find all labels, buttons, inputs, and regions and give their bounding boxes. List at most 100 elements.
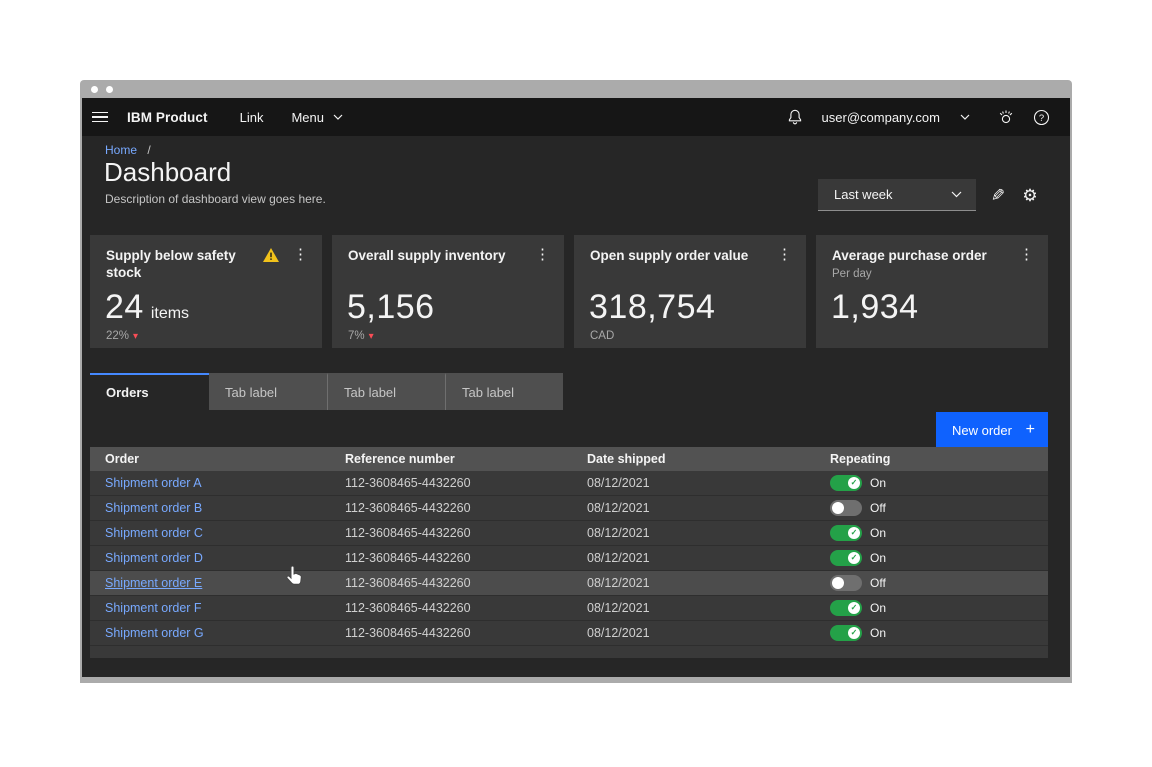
toggle-label: Off [870,501,886,515]
repeating-toggle[interactable] [830,625,862,641]
help-icon[interactable]: ? [1026,98,1056,136]
column-header-reference[interactable]: Reference number [330,447,572,471]
tab-label-3[interactable]: Tab label [327,373,445,410]
settings-gear-icon[interactable]: ⚙ [1017,183,1043,209]
page-content: Home / Dashboard Description of dashboar… [82,136,1070,677]
delta-down-icon: ▾ [133,331,138,342]
reference-cell: 112-3608465-4432260 [330,601,572,615]
date-cell: 08/12/2021 [572,576,815,590]
table-row[interactable]: Shipment order G 112-3608465-4432260 08/… [90,621,1048,646]
breadcrumb-home-link[interactable]: Home [105,143,137,157]
product-name: IBM Product [127,110,208,125]
overflow-menu-icon[interactable]: ⋮ [531,248,554,262]
page-description: Description of dashboard view goes here. [105,192,326,206]
table-row[interactable]: Shipment order F 112-3608465-4432260 08/… [90,596,1048,621]
table-empty-area [90,646,1048,658]
card-subtitle: Per day [832,268,1038,280]
overflow-menu-icon[interactable]: ⋮ [289,248,312,262]
overflow-menu-icon[interactable]: ⋮ [1015,248,1038,262]
overflow-menu-icon[interactable]: ⋮ [773,248,796,262]
window-control-dot[interactable] [91,86,98,93]
card-supply-below-safety-stock: Supply below safety stock ⋮ 24 it [90,235,322,348]
card-open-supply-order-value: Open supply order value ⋮ 318,754 CAD [574,235,806,348]
order-link[interactable]: Shipment order B [105,501,202,515]
toggle-label: On [870,526,886,540]
date-cell: 08/12/2021 [572,526,815,540]
repeating-toggle[interactable] [830,600,862,616]
card-metric-value: 1,934 [831,288,919,327]
chevron-down-icon [951,191,962,198]
time-filter-value: Last week [834,187,893,202]
date-cell: 08/12/2021 [572,551,815,565]
table-row[interactable]: Shipment order A 112-3608465-4432260 08/… [90,471,1048,496]
tab-label-4[interactable]: Tab label [445,373,563,410]
window-control-dot[interactable] [106,86,113,93]
date-cell: 08/12/2021 [572,501,815,515]
menu-hamburger-icon[interactable] [82,98,122,136]
toggle-label: On [870,551,886,565]
reference-cell: 112-3608465-4432260 [330,626,572,640]
repeating-toggle[interactable] [830,525,862,541]
table-row[interactable]: Shipment order C 112-3608465-4432260 08/… [90,521,1048,546]
svg-text:?: ? [1038,113,1043,124]
card-title: Supply below safety stock [106,248,257,282]
reference-cell: 112-3608465-4432260 [330,501,572,515]
nav-menu[interactable]: Menu [291,110,343,125]
toggle-label: Off [870,576,886,590]
toggle-knob [832,502,844,514]
order-link[interactable]: Shipment order C [105,526,203,540]
window-titlebar[interactable] [80,80,1072,98]
date-cell: 08/12/2021 [572,626,815,640]
reference-cell: 112-3608465-4432260 [330,526,572,540]
order-link[interactable]: Shipment order A [105,476,202,490]
table-row[interactable]: Shipment order E 112-3608465-4432260 08/… [90,571,1048,596]
repeating-toggle[interactable] [830,550,862,566]
reference-cell: 112-3608465-4432260 [330,476,572,490]
chevron-down-icon [333,114,343,120]
notifications-bell-icon[interactable] [780,98,810,136]
card-delta: 22%▾ [106,330,138,342]
orders-table: Order Reference number Date shipped Repe… [90,447,1048,658]
order-link[interactable]: Shipment order G [105,626,204,640]
breadcrumb: Home / [105,143,151,157]
new-order-button[interactable]: New order + [936,412,1048,448]
column-header-repeating[interactable]: Repeating [815,447,1048,471]
order-link[interactable]: Shipment order D [105,551,203,565]
time-filter-dropdown[interactable]: Last week [818,179,976,211]
plus-icon: + [1026,421,1035,439]
table-row[interactable]: Shipment order D 112-3608465-4432260 08/… [90,546,1048,571]
repeating-toggle[interactable] [830,575,862,591]
toggle-knob [848,552,860,564]
reference-cell: 112-3608465-4432260 [330,551,572,565]
order-link[interactable]: Shipment order E [105,576,202,590]
card-metric-suffix: items [151,305,189,323]
browser-window: IBM Product Link Menu user@company.com [80,80,1072,683]
order-link[interactable]: Shipment order F [105,601,202,615]
date-cell: 08/12/2021 [572,601,815,615]
user-chevron-down-icon[interactable] [950,98,980,136]
card-delta: 7%▾ [348,330,374,342]
tab-label-2[interactable]: Tab label [209,373,327,410]
delta-down-icon: ▾ [369,331,374,342]
user-email[interactable]: user@company.com [822,110,940,125]
table-row[interactable]: Shipment order B 112-3608465-4432260 08/… [90,496,1048,521]
card-metric-value: 318,754 [589,288,715,327]
repeating-toggle[interactable] [830,475,862,491]
table-header-row: Order Reference number Date shipped Repe… [90,447,1048,471]
card-metric-value: 5,156 [347,288,435,327]
tab-orders[interactable]: Orders [90,373,209,410]
column-header-date[interactable]: Date shipped [572,447,815,471]
card-title: Open supply order value [590,248,767,265]
reference-cell: 112-3608465-4432260 [330,576,572,590]
column-header-order[interactable]: Order [90,447,330,471]
edit-pencil-icon[interactable]: ✎ [985,183,1011,209]
toggle-label: On [870,476,886,490]
app-header: IBM Product Link Menu user@company.com [82,98,1070,136]
nav-link[interactable]: Link [240,110,264,125]
sparkle-idea-icon[interactable] [990,98,1020,136]
breadcrumb-separator: / [147,143,150,157]
card-title: Average purchase order [832,248,1009,265]
page-title: Dashboard [104,157,231,188]
repeating-toggle[interactable] [830,500,862,516]
card-overall-supply-inventory: Overall supply inventory ⋮ 5,156 7%▾ [332,235,564,348]
